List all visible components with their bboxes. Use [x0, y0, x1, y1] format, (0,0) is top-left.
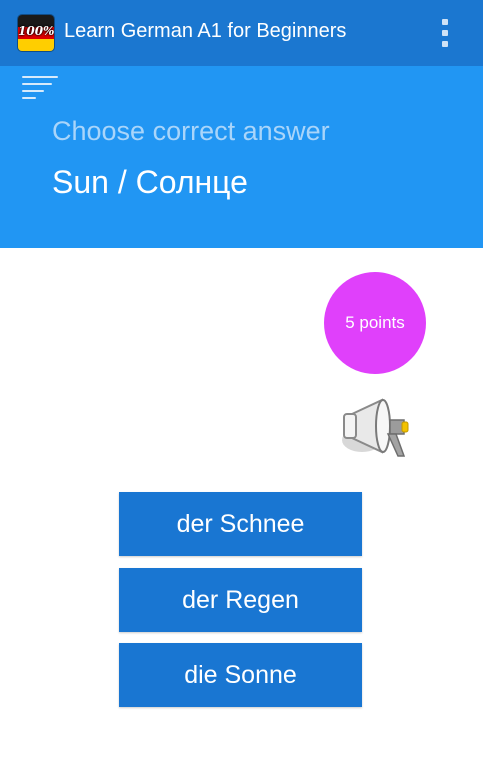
answer-button-3[interactable]: die Sonne — [119, 643, 362, 707]
sort-menu-icon[interactable] — [20, 74, 62, 102]
points-badge: 5 points — [324, 272, 426, 374]
question-prompt: Choose correct answer — [52, 116, 330, 146]
answer-button-2[interactable]: der Regen — [119, 568, 362, 632]
question-header: Choose correct answer Sun / Солнце — [0, 66, 483, 248]
more-vert-icon[interactable] — [430, 14, 460, 52]
app-logo-icon: 100% — [18, 15, 54, 51]
app-title: Learn German A1 for Beginners — [64, 20, 347, 42]
answer-button-1[interactable]: der Schnee — [119, 492, 362, 556]
megaphone-icon[interactable] — [338, 390, 418, 466]
app-bar: 100% Learn German A1 for Beginners — [0, 0, 483, 66]
app-logo-badge: 100% — [18, 24, 54, 38]
question-text: Sun / Солнце — [52, 164, 248, 200]
